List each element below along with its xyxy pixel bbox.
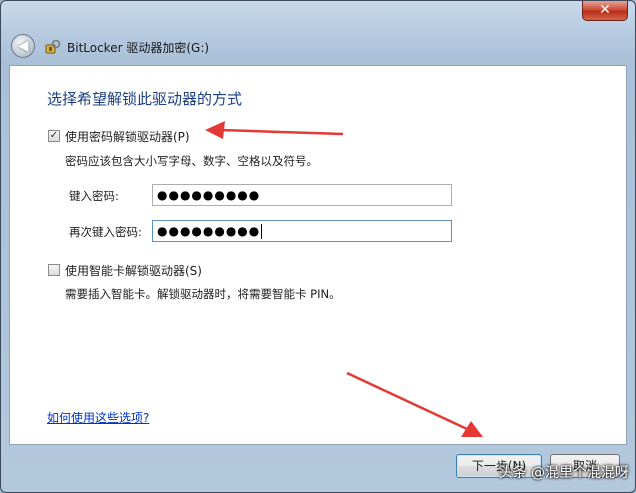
arrow-to-password-option (205, 121, 344, 139)
annotation-arrows (205, 121, 483, 437)
arrow-to-next-button (346, 371, 483, 437)
watermark: 头条 @混里个混混呀 (498, 465, 629, 481)
bitlocker-window: ✕ ◀ BitLocker 驱动器加密(G:) 选择希望解锁此驱动器的方式 ✓ … (0, 0, 636, 493)
